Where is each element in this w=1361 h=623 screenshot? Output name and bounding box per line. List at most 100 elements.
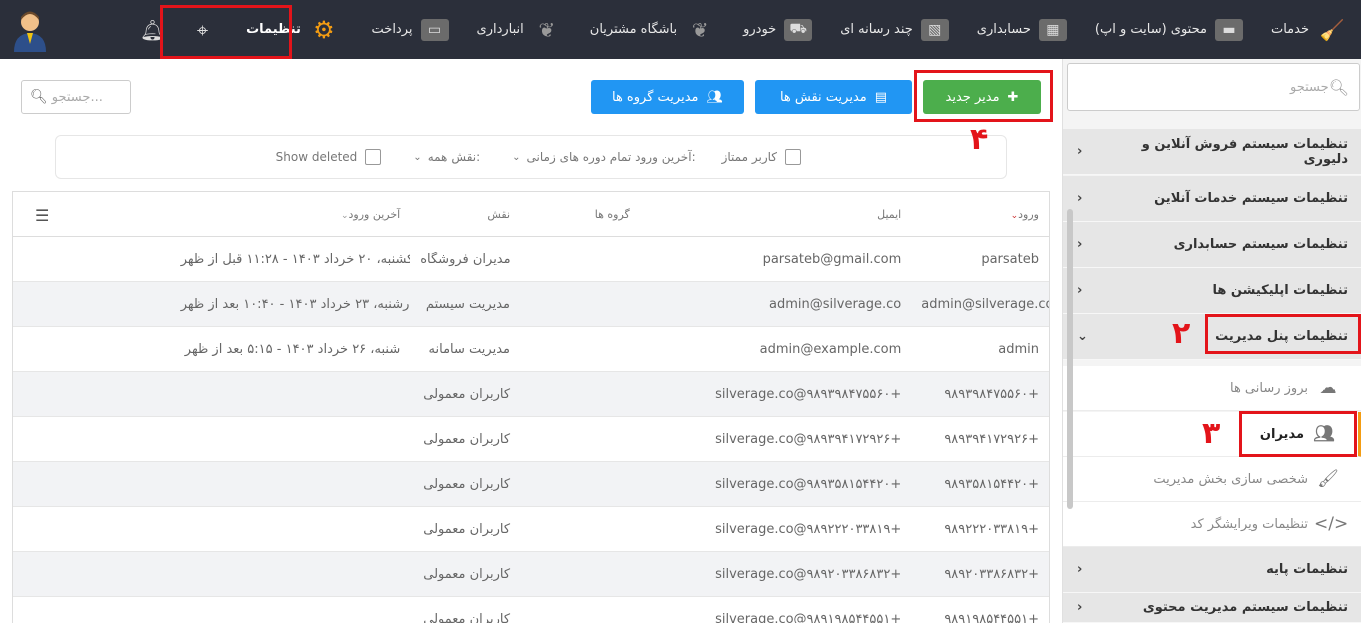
sidebar-group-online-sales[interactable]: تنظیمات سیستم فروش آنلاین و دلیوری › <box>1063 129 1361 175</box>
header-groups-label: گروه ها <box>594 207 630 221</box>
sidebar-group-label: تنظیمات سیستم حسابداری <box>1173 237 1348 252</box>
sidebar-item-customize-admin[interactable]: 🖌︎ شخصی سازی بخش مدیریت <box>1063 457 1361 502</box>
cell-login: ۹۸۹۱۹۸۵۴۴۵۵۱+ <box>944 611 1039 623</box>
cell-login: ۹۸۹۳۹۸۴۷۵۵۶۰+ <box>944 386 1039 402</box>
sidebar-group-applications[interactable]: تنظیمات اپلیکیشن ها › <box>1063 268 1361 314</box>
sidebar-item-label: تنظیمات ویرایشگر کد <box>1190 516 1308 532</box>
sort-down-icon: ⌄ <box>340 210 349 221</box>
show-deleted-checkbox[interactable] <box>365 149 382 165</box>
topnav-car[interactable]: ⛟ خودرو <box>729 0 826 59</box>
cell-last-login: چهارشنبه، ۲۳ خرداد ۱۴۰۳ - ۱۰:۴۰ بعد از ظ… <box>180 296 411 312</box>
table-row[interactable]: admin@silverage.co admin@silverage.co مد… <box>13 282 1049 327</box>
sidebar-group-cms[interactable]: تنظیمات سیستم مدیریت محتوی › <box>1063 593 1361 623</box>
cell-email: silverage.co@۹۸۹۲۲۲۰۳۳۸۱۹+ <box>715 521 902 537</box>
topnav-payment[interactable]: ▭ پرداخت <box>358 0 463 59</box>
annotation-box-admin-panel <box>1205 314 1361 354</box>
main-search-input[interactable]: 🔍︎ جستجو... <box>21 80 131 114</box>
cell-role: مدیریت سامانه <box>428 341 511 357</box>
topnav-customer-club[interactable]: ❦ باشگاه مشتریان <box>576 0 729 59</box>
last-login-filter-label: آخرین ورود: <box>635 150 696 164</box>
manage-roles-label: مدیریت نقش ها <box>779 89 867 105</box>
table-row[interactable]: ۹۸۹۳۹۴۱۷۲۹۲۶+ silverage.co@۹۸۹۳۹۴۱۷۲۹۲۶+… <box>13 417 1049 462</box>
header-email-label: ایمیل <box>877 207 902 221</box>
annotation-number-4: ۴ <box>970 122 989 157</box>
cell-email: silverage.co@۹۸۹۳۹۸۴۷۵۵۶۰+ <box>715 386 902 402</box>
header-groups[interactable]: گروه ها <box>520 208 640 221</box>
show-deleted-label: Show deleted <box>275 150 358 164</box>
manage-roles-button[interactable]: ▤ مدیریت نقش ها <box>755 80 912 114</box>
chevron-right-icon: › <box>1077 144 1083 159</box>
header-login-label: ورود <box>1018 207 1039 221</box>
topnav-services[interactable]: 🧹 خدمات <box>1257 0 1361 59</box>
table-row[interactable]: ۹۸۹۳۵۸۱۵۴۴۲۰+ silverage.co@۹۸۹۳۵۸۱۵۴۴۲۰+… <box>13 462 1049 507</box>
cell-email: silverage.co@۹۸۹۱۹۸۵۴۴۵۵۱+ <box>715 611 902 623</box>
sidebar-group-label: تنظیمات پایه <box>1266 562 1348 577</box>
car-icon: ⛟ <box>784 18 813 41</box>
topnav-label: چند رسانه ای <box>840 22 913 37</box>
premium-user-filter[interactable]: کاربر ممتاز <box>722 149 801 165</box>
gears-icon: ⚙ <box>313 15 335 44</box>
brush-icon: 🖌︎ <box>1317 469 1339 489</box>
cell-login: ۹۸۹۳۵۸۱۵۴۴۲۰+ <box>944 476 1039 492</box>
topnav-multimedia[interactable]: ▧ چند رسانه ای <box>826 0 963 59</box>
cell-last-login: شنبه، ۲۶ خرداد ۱۴۰۳ - ۵:۱۵ بعد از ظهر <box>184 341 401 357</box>
leaf-icon: ❦ <box>538 17 556 42</box>
chevron-right-icon: › <box>1077 283 1083 298</box>
table-header: ⌄ورود ایمیل گروه ها نقش ⌄آخرین ورود ☰ <box>13 192 1049 237</box>
premium-user-checkbox[interactable] <box>785 149 801 165</box>
annotation-box-new-manager <box>914 70 1053 122</box>
role-filter-value: همه <box>427 150 448 164</box>
table-row[interactable]: parsateb parsateb@gmail.com مدیران فروشگ… <box>13 237 1049 282</box>
cell-email: silverage.co@۹۸۹۳۹۴۱۷۲۹۲۶+ <box>715 431 902 447</box>
annotation-box-settings <box>160 5 292 59</box>
annotation-box-managers <box>1239 411 1357 457</box>
search-icon: 🔍︎ <box>1328 77 1349 97</box>
role-filter[interactable]: نقش: همه ⌄ <box>407 150 480 164</box>
topnav-label: باشگاه مشتریان <box>589 22 678 37</box>
table-row[interactable]: ۹۸۹۲۰۳۳۸۶۸۳۲+ silverage.co@۹۸۹۲۰۳۳۸۶۸۳۲+… <box>13 552 1049 597</box>
manage-groups-button[interactable]: 👥︎ مدیریت گروه ها <box>591 80 744 114</box>
sidebar-scrollbar[interactable] <box>1067 209 1073 509</box>
table-row[interactable]: admin admin@example.com مدیریت سامانه شن… <box>13 327 1049 372</box>
table-row[interactable]: ۹۸۹۳۹۸۴۷۵۵۶۰+ silverage.co@۹۸۹۳۹۸۴۷۵۵۶۰+… <box>13 372 1049 417</box>
sidebar-search-input[interactable]: جستجو 🔍︎ <box>1067 63 1360 111</box>
cloud-download-icon: ☁ <box>1319 378 1337 398</box>
topnav-warehouse[interactable]: ❦ انبارداری <box>463 0 576 59</box>
cell-role: مدیران فروشگاه <box>420 251 511 267</box>
sidebar-item-label: بروز رسانی ها <box>1229 380 1308 396</box>
table-row[interactable]: ۹۸۹۲۲۲۰۳۳۸۱۹+ silverage.co@۹۸۹۲۲۲۰۳۳۸۱۹+… <box>13 507 1049 552</box>
topnav-label: محتوی (سایت و اپ) <box>1094 22 1207 37</box>
user-avatar[interactable] <box>10 8 50 52</box>
leaf-icon: ❦ <box>691 17 709 42</box>
cell-role: کاربران معمولی <box>423 521 511 537</box>
chevron-down-icon: ⌄ <box>1077 329 1088 344</box>
annotation-number-3: ۳ <box>1202 416 1221 451</box>
sidebar-group-basic[interactable]: تنظیمات پایه › <box>1063 547 1361 593</box>
chevron-right-icon: › <box>1077 562 1083 577</box>
header-role[interactable]: نقش <box>410 208 520 221</box>
sidebar-group-online-services[interactable]: تنظیمات سیستم خدمات آنلاین › <box>1063 176 1361 222</box>
sidebar-item-updates[interactable]: ☁ بروز رسانی ها <box>1063 366 1361 411</box>
sidebar-item-code-editor[interactable]: </> تنظیمات ویرایشگر کد <box>1063 502 1361 547</box>
header-role-label: نقش <box>487 207 511 221</box>
topnav-content[interactable]: ▬ محتوی (سایت و اپ) <box>1081 0 1257 59</box>
cell-login: admin <box>998 341 1039 357</box>
sidebar-group-accounting[interactable]: تنظیمات سیستم حسابداری › <box>1063 222 1361 268</box>
chevron-down-icon: ⌄ <box>512 151 521 163</box>
cell-login: admin@silverage.co <box>921 296 1049 312</box>
main-search-placeholder: جستجو... <box>51 89 103 105</box>
cell-email: silverage.co@۹۸۹۳۵۸۱۵۴۴۲۰+ <box>715 476 902 492</box>
header-login[interactable]: ⌄ورود <box>911 208 1049 221</box>
users-icon: 👥︎ <box>706 89 723 105</box>
table-row[interactable]: ۹۸۹۱۹۸۵۴۴۵۵۱+ silverage.co@۹۸۹۱۹۸۵۴۴۵۵۱+… <box>13 597 1049 623</box>
chevron-right-icon: › <box>1077 237 1083 252</box>
header-email[interactable]: ایمیل <box>640 208 911 221</box>
show-deleted-filter[interactable]: Show deleted <box>276 149 382 165</box>
header-last-login[interactable]: ⌄آخرین ورود <box>171 208 411 221</box>
column-menu-icon[interactable]: ☰ <box>35 206 49 225</box>
last-login-filter[interactable]: آخرین ورود: تمام دوره های زمانی ⌄ <box>506 150 695 164</box>
search-icon: 🔍︎ <box>30 89 48 105</box>
cell-role: کاربران معمولی <box>423 476 511 492</box>
topnav-accounting[interactable]: ▦ حسابداری <box>963 0 1081 59</box>
calculator-icon: ▦ <box>1038 18 1067 41</box>
